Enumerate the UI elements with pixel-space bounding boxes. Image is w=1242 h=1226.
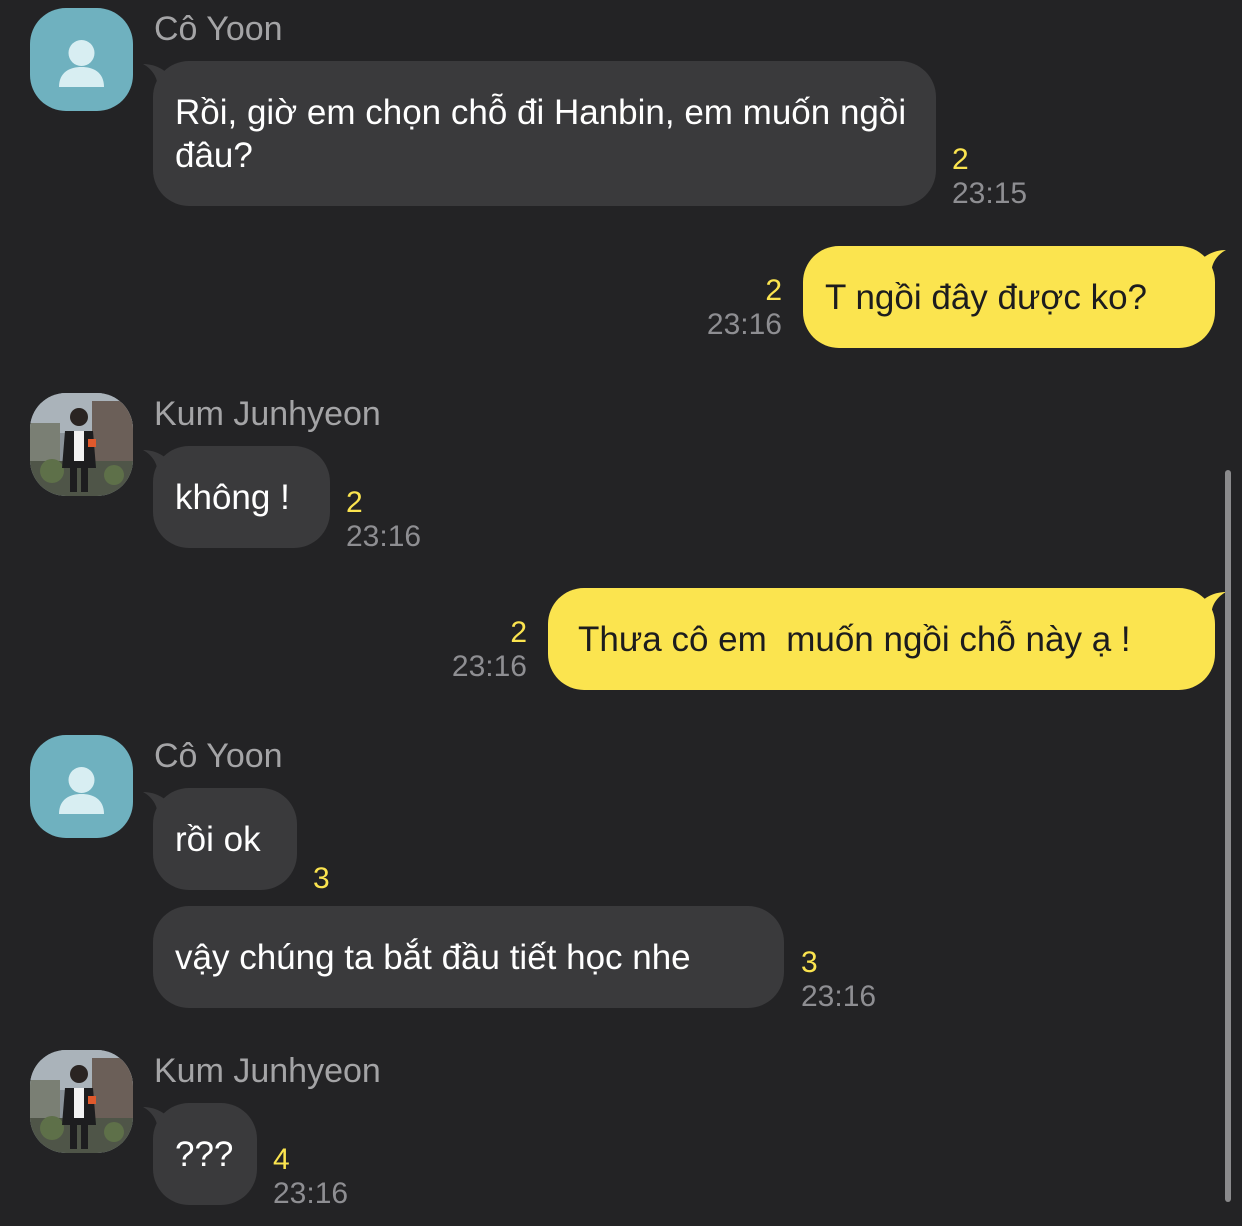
message-meta: 4 23:16	[273, 1145, 348, 1209]
message-meta: 2 23:16	[690, 276, 782, 340]
message-bubble[interactable]: ???	[153, 1103, 257, 1205]
unread-count: 3	[801, 946, 818, 979]
timestamp: 23:16	[801, 980, 877, 1013]
message-meta: 2 23:16	[435, 618, 527, 682]
timestamp: 23:16	[346, 520, 422, 553]
message-text: vậy chúng ta bắt đầu tiết học nhe	[175, 937, 691, 977]
message-text: Thưa cô em muốn ngồi chỗ này ạ !	[578, 619, 1131, 659]
profile-photo	[30, 1050, 133, 1153]
unread-count: 4	[273, 1143, 290, 1176]
message-text: rồi ok	[175, 819, 261, 859]
avatar-kum-junhyeon[interactable]	[30, 393, 133, 496]
message-meta: 2 23:16	[346, 488, 421, 552]
sender-name: Cô Yoon	[154, 737, 283, 775]
message-meta: 3 23:16	[801, 948, 876, 1012]
profile-photo	[30, 393, 133, 496]
message-bubble[interactable]: rồi ok	[153, 788, 297, 890]
timestamp: 23:16	[451, 650, 527, 683]
scrollbar[interactable]	[1225, 470, 1231, 1202]
message-text: Rồi, giờ em chọn chỗ đi Hanbin, em muốn …	[175, 93, 907, 175]
sender-name: Cô Yoon	[154, 10, 283, 48]
unread-count: 2	[765, 274, 782, 307]
bubble-tail	[1196, 592, 1226, 616]
message-text: ???	[175, 1134, 234, 1174]
message-meta: 2 23:15	[952, 145, 1027, 209]
message-bubble[interactable]: không !	[153, 446, 330, 548]
sender-name: Kum Junhyeon	[154, 395, 381, 433]
bubble-tail	[1196, 250, 1226, 274]
timestamp: 23:15	[952, 177, 1028, 210]
timestamp: 23:16	[706, 308, 782, 341]
message-text: không !	[175, 477, 290, 517]
avatar-co-yoon[interactable]	[30, 8, 133, 111]
unread-count: 3	[313, 862, 330, 895]
message-bubble-outgoing[interactable]: Thưa cô em muốn ngồi chỗ này ạ !	[548, 588, 1215, 690]
person-silhouette-icon	[59, 40, 104, 87]
avatar-kum-junhyeon[interactable]	[30, 1050, 133, 1153]
unread-count: 2	[510, 616, 527, 649]
message-bubble-outgoing[interactable]: T ngồi đây được ko?	[803, 246, 1215, 348]
avatar-co-yoon[interactable]	[30, 735, 133, 838]
unread-count: 2	[346, 486, 363, 519]
unread-count: 2	[952, 143, 969, 176]
sender-name: Kum Junhyeon	[154, 1052, 381, 1090]
person-silhouette-icon	[59, 767, 104, 814]
timestamp: 23:16	[273, 1177, 349, 1210]
message-bubble[interactable]: Rồi, giờ em chọn chỗ đi Hanbin, em muốn …	[153, 61, 936, 206]
message-text: T ngồi đây được ko?	[825, 277, 1148, 317]
message-bubble[interactable]: vậy chúng ta bắt đầu tiết học nhe	[153, 906, 784, 1008]
